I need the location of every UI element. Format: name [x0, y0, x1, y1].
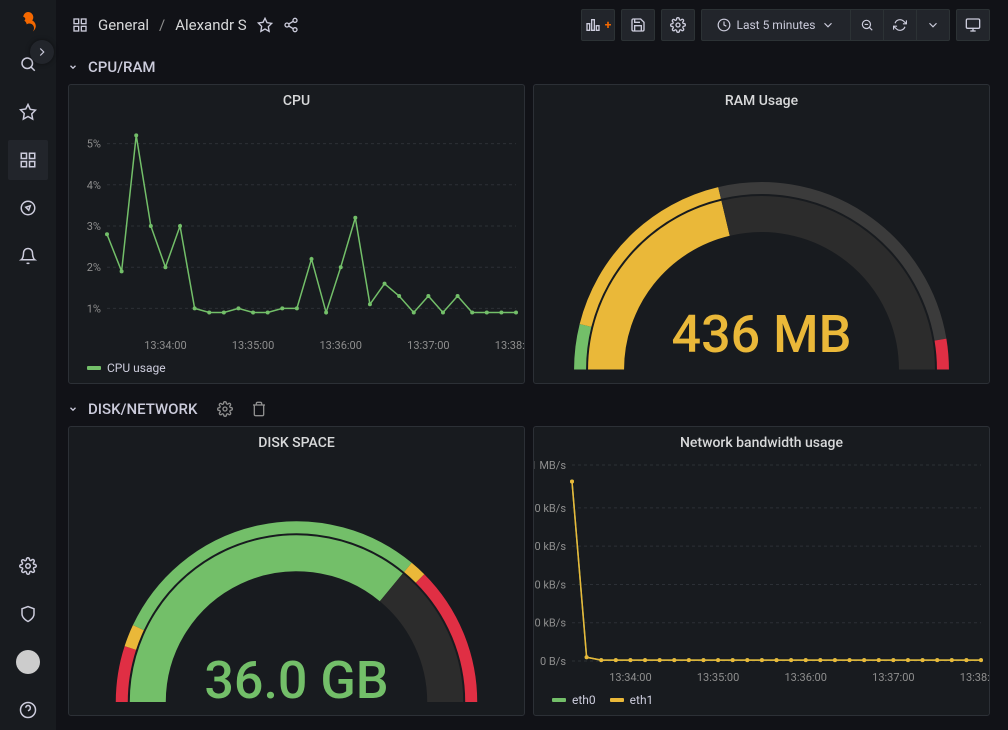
panel-ram[interactable]: RAM Usage 436 MB	[533, 84, 990, 384]
svg-text:400 kB/s: 400 kB/s	[534, 578, 566, 591]
row-title: DISK/NETWORK	[88, 400, 197, 418]
row-header-cpu-ram[interactable]: CPU/RAM	[68, 50, 990, 84]
cpu-chart[interactable]: 1% 2% 3% 4% 5% 13:34:00 13:35:00 13:36:00 13:37:…	[69, 113, 524, 357]
star-icon[interactable]	[8, 92, 48, 132]
dashboard-settings-button[interactable]	[661, 9, 695, 41]
svg-text:13:36:00: 13:36:00	[785, 671, 827, 684]
save-dashboard-button[interactable]	[621, 9, 655, 41]
svg-text:1%: 1%	[87, 302, 101, 315]
alerting-icon[interactable]	[8, 236, 48, 276]
apps-icon[interactable]	[72, 17, 88, 33]
zoom-out-button[interactable]	[850, 9, 884, 41]
legend-item-cpu[interactable]: CPU usage	[87, 361, 166, 375]
chevron-down-icon	[68, 61, 78, 73]
svg-text:800 kB/s: 800 kB/s	[534, 502, 566, 515]
refresh-interval-button[interactable]	[916, 9, 950, 41]
user-avatar[interactable]	[8, 642, 48, 682]
panel-disk[interactable]: DISK SPACE 36.0 GB	[68, 426, 525, 716]
legend-item-eth0[interactable]: eth0	[552, 693, 596, 707]
breadcrumb: General / Alexandr S	[72, 16, 299, 34]
share-icon[interactable]	[283, 17, 299, 33]
explore-icon[interactable]	[8, 188, 48, 228]
svg-text:13:38:00: 13:38:00	[960, 671, 989, 684]
chevron-down-icon	[821, 18, 835, 32]
svg-text:13:37:00: 13:37:00	[407, 339, 449, 352]
svg-text:4%: 4%	[87, 179, 101, 192]
topbar: General / Alexandr S + Last 5 minutes	[56, 0, 998, 50]
favorite-star-icon[interactable]	[257, 17, 273, 33]
server-admin-icon[interactable]	[8, 594, 48, 634]
svg-text:3%: 3%	[87, 220, 101, 233]
panel-network[interactable]: Network bandwidth usage 0 B/s 200 kB/s 400…	[533, 426, 990, 716]
svg-text:13:37:00: 13:37:00	[872, 671, 914, 684]
svg-text:13:34:00: 13:34:00	[144, 339, 186, 352]
svg-text:13:38:00: 13:38:00	[495, 339, 524, 352]
breadcrumb-sep: /	[159, 16, 165, 34]
svg-text:600 kB/s: 600 kB/s	[534, 540, 566, 553]
panel-title: RAM Usage	[534, 85, 989, 113]
row-delete-icon[interactable]	[251, 401, 267, 417]
help-icon[interactable]	[8, 690, 48, 730]
ram-value: 436 MB	[534, 304, 989, 365]
time-range-picker[interactable]: Last 5 minutes	[701, 9, 851, 41]
breadcrumb-folder[interactable]: General	[98, 16, 149, 34]
dashboards-icon[interactable]	[8, 140, 48, 180]
network-chart[interactable]: 0 B/s 200 kB/s 400 kB/s 600 kB/s 800 kB/s 1 M…	[534, 455, 989, 689]
panel-title: DISK SPACE	[69, 427, 524, 455]
panel-cpu[interactable]: CPU 1% 2% 3% 4% 5% 13:34:00 13:35:00 13:36:00 13…	[68, 84, 525, 384]
svg-text:1 MB/s: 1 MB/s	[534, 459, 566, 472]
svg-text:2%: 2%	[87, 261, 101, 274]
panel-title: Network bandwidth usage	[534, 427, 989, 455]
grafana-logo[interactable]	[14, 8, 42, 36]
main: General / Alexandr S + Last 5 minutes	[56, 0, 1008, 730]
expand-sidebar-button[interactable]	[30, 40, 54, 64]
svg-text:13:36:00: 13:36:00	[320, 339, 362, 352]
panel-title: CPU	[69, 85, 524, 113]
configuration-icon[interactable]	[8, 546, 48, 586]
svg-text:13:35:00: 13:35:00	[697, 671, 739, 684]
add-panel-button[interactable]: +	[581, 9, 615, 41]
svg-text:200 kB/s: 200 kB/s	[534, 617, 566, 630]
svg-text:13:35:00: 13:35:00	[232, 339, 274, 352]
refresh-button[interactable]	[883, 9, 917, 41]
svg-text:0 B/s: 0 B/s	[540, 655, 566, 668]
time-range-label: Last 5 minutes	[737, 18, 816, 32]
breadcrumb-dashboard[interactable]: Alexandr S	[175, 16, 246, 34]
row-header-disk-network[interactable]: DISK/NETWORK	[68, 392, 990, 426]
legend-item-eth1[interactable]: eth1	[610, 693, 654, 707]
sidebar	[0, 0, 56, 730]
svg-text:13:34:00: 13:34:00	[609, 671, 651, 684]
row-settings-icon[interactable]	[217, 401, 233, 417]
chevron-down-icon	[68, 403, 78, 415]
disk-value: 36.0 GB	[69, 650, 524, 711]
svg-text:5%: 5%	[87, 138, 101, 151]
cycle-view-button[interactable]	[956, 9, 990, 41]
row-title: CPU/RAM	[88, 58, 156, 76]
